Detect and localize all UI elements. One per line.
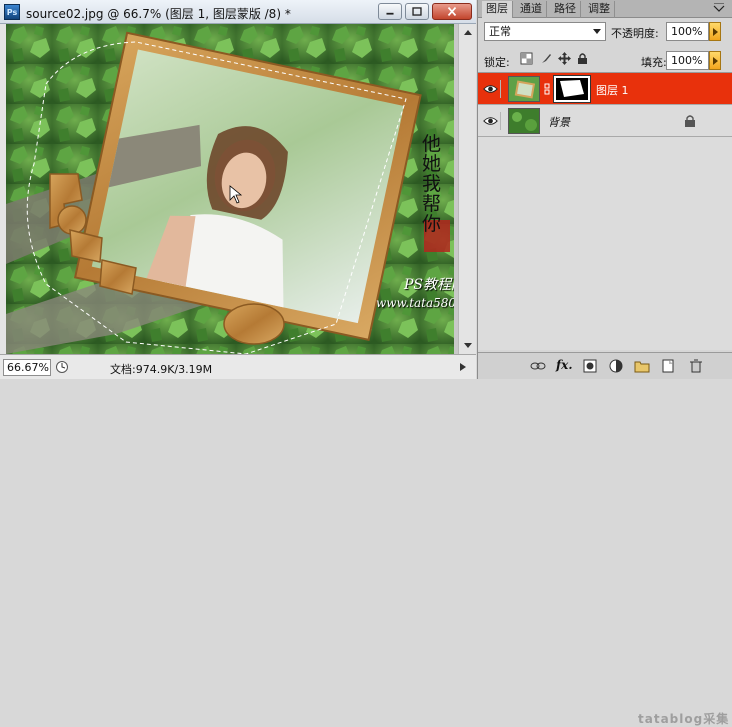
lock-brush-icon[interactable] [540,52,553,65]
calligraphy-text: 他她 我帮 你 [422,134,454,234]
lock-move-icon[interactable] [558,52,571,65]
photoshop-app-icon: Ps [4,4,20,20]
chain-link-icon[interactable] [543,83,551,95]
status-bar: 66.67% 文档:974.9K/3.19M [0,354,476,379]
fill-input[interactable]: 100% [666,51,709,70]
visibility-eye-icon[interactable] [481,112,501,130]
layer-thumbnail-image [509,77,539,101]
delete-layer-icon[interactable] [688,359,704,373]
layer-mask-image [556,78,588,100]
minimize-icon [386,12,394,15]
document-title: source02.jpg @ 66.7% (图层 1, 图层蒙版 /8) * [26,7,291,21]
scroll-down-icon[interactable] [461,338,475,352]
maximize-button[interactable] [405,3,429,20]
tab-layers[interactable]: 图层 [482,1,513,18]
watermark-text: tatablog采集 [638,712,730,726]
lock-icon [685,115,695,127]
zoom-level-field[interactable]: 66.67% [3,359,51,376]
fill-label: 填充: [641,56,667,69]
vertical-scrollbar[interactable] [458,24,476,354]
blend-mode-value: 正常 [489,25,511,38]
scroll-up-icon[interactable] [461,26,475,40]
close-button[interactable] [432,3,472,20]
panel-tabs: 图层 通道 路径 调整 [478,0,732,18]
layer-mask-thumbnail[interactable] [553,75,591,103]
document-titlebar[interactable]: Ps source02.jpg @ 66.7% (图层 1, 图层蒙版 /8) … [0,0,476,24]
tab-paths[interactable]: 路径 [550,1,581,18]
maximize-icon [412,7,422,16]
calligraphy-line-1: 他她 [422,133,442,175]
document-size-info[interactable]: 文档:974.9K/3.19M [110,361,212,377]
chevron-down-icon [593,29,601,34]
opacity-input[interactable]: 100% [666,22,709,41]
layer-row-background[interactable]: 背景 [478,105,732,137]
tab-adjustments[interactable]: 调整 [584,1,615,18]
layer-style-button[interactable]: fx. [556,358,573,372]
add-mask-icon[interactable] [582,359,598,373]
visibility-eye-icon[interactable] [481,80,501,98]
layer-name[interactable]: 图层 1 [596,82,629,98]
blend-mode-select[interactable]: 正常 [484,22,606,41]
image-canvas[interactable]: 他她 我帮 你 PS教程网 www.tata580.com [6,24,454,354]
new-group-icon[interactable] [634,359,650,373]
layers-panel-toolbar: fx. tatablog采集 [478,352,732,726]
layers-list: 图层 1 背景 [478,72,732,350]
status-menu-arrow-icon[interactable] [455,360,471,374]
layer-row-layer1[interactable]: 图层 1 [478,73,732,105]
panel-menu-icon[interactable] [711,3,727,15]
calligraphy-line-2: 我帮 [422,173,442,215]
layers-panel: 图层 通道 路径 调整 正常 不透明度: 100% 锁定: 填充: 100% 图… [477,0,732,726]
fill-slider-button[interactable] [709,51,721,70]
layer-name[interactable]: 背景 [548,114,570,130]
layer-thumbnail-image [509,109,539,133]
lock-transparency-icon[interactable] [520,52,533,65]
opacity-slider-button[interactable] [709,22,721,41]
minimize-button[interactable] [378,3,402,20]
site-name-text: PS教程网 [404,277,454,293]
new-layer-icon[interactable] [660,359,676,373]
adjustment-layer-icon[interactable] [608,359,624,373]
clock-icon[interactable] [55,360,69,374]
tab-channels[interactable]: 通道 [516,1,547,18]
layer-thumbnail[interactable] [508,108,540,134]
site-url-text: www.tata580.com [376,296,454,310]
calligraphy-line-3: 你 [422,213,442,235]
close-icon [447,6,457,17]
document-window: Ps source02.jpg @ 66.7% (图层 1, 图层蒙版 /8) … [0,0,476,379]
link-layers-icon[interactable] [530,359,546,373]
lock-all-icon[interactable] [576,52,589,65]
opacity-label: 不透明度: [611,27,659,40]
layer-thumbnail[interactable] [508,76,540,102]
lock-label: 锁定: [484,56,510,69]
